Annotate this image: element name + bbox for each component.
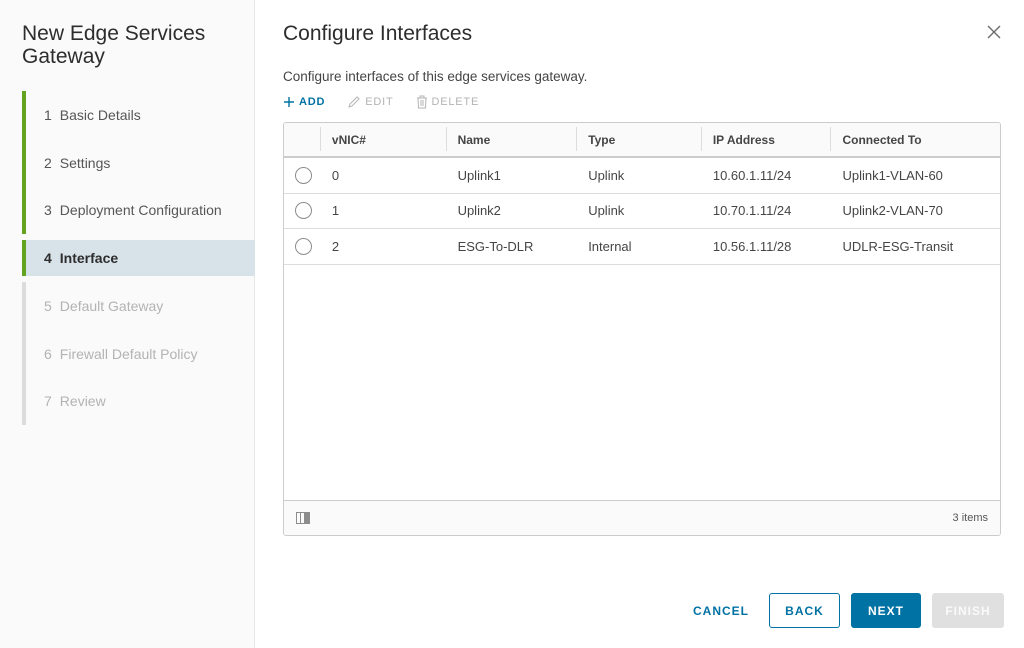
grid-body: 0 Uplink1 Uplink 10.60.1.11/24 Uplink1-V… (284, 158, 1000, 501)
vnic-cell: 0 (331, 167, 340, 183)
plus-icon (284, 97, 294, 107)
step-label: Review (59, 393, 106, 410)
select-cell (284, 202, 320, 220)
step-interface[interactable]: 4 Interface (22, 240, 255, 277)
name-cell: Uplink1 (457, 167, 501, 183)
add-button[interactable]: ADD (283, 96, 325, 108)
table-row[interactable]: 1 Uplink2 Uplink 10.70.1.11/24 Uplink2-V… (284, 193, 1000, 229)
back-button[interactable]: BACK (769, 593, 840, 628)
step-review: 7 Review (22, 377, 255, 426)
connected-to-cell: UDLR-ESG-Transit (842, 238, 954, 254)
type-cell: Uplink (588, 167, 625, 183)
delete-button[interactable]: DELETE (416, 95, 480, 109)
close-icon[interactable] (986, 24, 1002, 40)
page-title: Configure Interfaces (283, 22, 473, 45)
finish-button[interactable]: FINISH (932, 593, 1004, 628)
type-cell: Uplink (588, 203, 625, 219)
name-cell: Uplink2 (457, 203, 501, 219)
next-button[interactable]: NEXT (851, 593, 921, 628)
row-radio[interactable] (295, 237, 312, 255)
pencil-icon (348, 96, 360, 108)
column-header-connected-to[interactable]: Connected To (830, 126, 1000, 151)
row-radio[interactable] (295, 166, 312, 184)
column-header-name[interactable]: Name (445, 126, 577, 151)
wizard-steps: 1 Basic Details 2 Settings 3 Deployment … (22, 91, 255, 426)
column-toggle-icon[interactable] (296, 512, 310, 524)
table-row[interactable]: 0 Uplink1 Uplink 10.60.1.11/24 Uplink1-V… (284, 158, 1000, 194)
page-description: Configure interfaces of this edge servic… (283, 69, 588, 84)
delete-button-label: DELETE (431, 96, 480, 108)
connected-to-cell: Uplink1-VLAN-60 (842, 167, 943, 183)
table-row[interactable]: 2 ESG-To-DLR Internal 10.56.1.11/28 UDLR… (284, 229, 1000, 265)
wizard-content: Configure Interfaces Configure interface… (255, 0, 1024, 648)
step-basic-details[interactable]: 1 Basic Details (22, 91, 255, 139)
vnic-cell: 1 (331, 203, 340, 219)
column-header-ip-address[interactable]: IP Address (700, 126, 831, 151)
edit-button-label: EDIT (365, 96, 394, 108)
select-cell (284, 166, 320, 184)
ip-address-cell: 10.60.1.11/24 (712, 167, 792, 183)
grid-footer: 3 items (284, 500, 1000, 535)
step-label: Settings (59, 154, 111, 171)
step-settings[interactable]: 2 Settings (22, 138, 255, 187)
step-firewall-default-policy: 6 Firewall Default Policy (22, 329, 255, 378)
connected-to-cell: Uplink2-VLAN-70 (842, 203, 943, 219)
column-header-type[interactable]: Type (576, 126, 701, 151)
ip-address-cell: 10.70.1.11/24 (712, 203, 792, 219)
step-number: 3 (44, 202, 52, 219)
step-number: 5 (44, 297, 52, 314)
step-default-gateway: 5 Default Gateway (22, 282, 255, 330)
step-label: Firewall Default Policy (59, 345, 198, 362)
step-number: 7 (44, 393, 52, 410)
wizard-sidebar: New Edge Services Gateway 1 Basic Detail… (0, 0, 255, 648)
step-label: Interface (59, 250, 119, 267)
step-label: Deployment Configuration (59, 202, 222, 219)
column-header-vnic[interactable]: vNIC# (319, 126, 446, 151)
cancel-button[interactable]: CANCEL (681, 593, 761, 628)
step-label: Default Gateway (59, 297, 164, 314)
step-deployment-configuration[interactable]: 3 Deployment Configuration (22, 186, 255, 235)
step-number: 6 (44, 345, 52, 362)
vnic-cell: 2 (331, 238, 340, 254)
ip-address-cell: 10.56.1.11/28 (712, 238, 792, 254)
step-number: 2 (44, 154, 52, 171)
edit-button[interactable]: EDIT (347, 95, 393, 109)
wizard-title: New Edge Services Gateway (22, 22, 206, 68)
type-cell: Internal (588, 238, 632, 254)
grid-header: vNIC# Name Type IP Address Connected To (284, 123, 1000, 158)
select-cell (284, 237, 320, 255)
step-number: 4 (44, 250, 52, 267)
step-number: 1 (44, 106, 52, 123)
add-button-label: ADD (299, 96, 326, 108)
trash-icon (416, 95, 427, 109)
interfaces-datagrid: vNIC# Name Type IP Address Connected To … (283, 122, 1001, 536)
step-label: Basic Details (59, 106, 141, 123)
grid-item-count: 3 items (952, 512, 988, 524)
grid-toolbar: ADD EDIT DELETE (283, 95, 479, 109)
name-cell: ESG-To-DLR (457, 238, 534, 254)
row-radio[interactable] (295, 202, 312, 220)
